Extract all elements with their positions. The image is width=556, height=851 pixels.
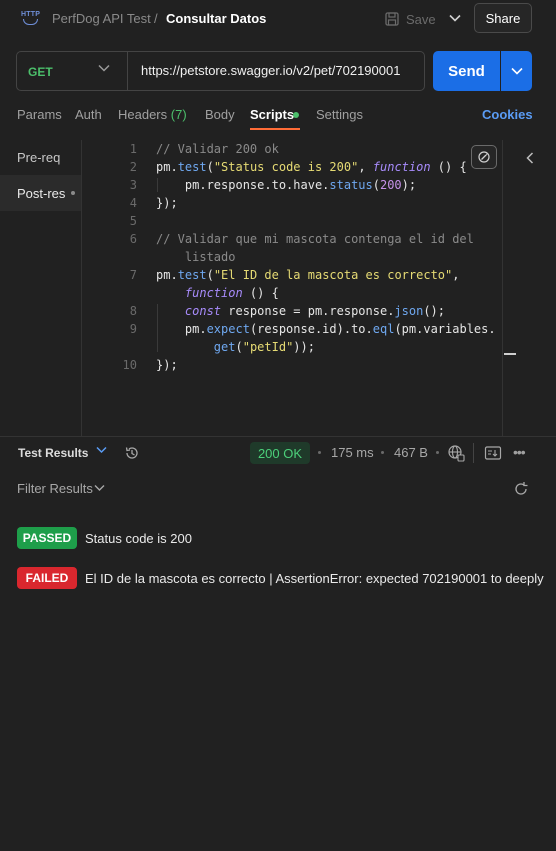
http-icon-label: HTTP xyxy=(21,11,41,18)
line-number: 10 xyxy=(122,358,137,372)
test-result-text: Status code is 200 xyxy=(85,531,192,546)
line-number: 6 xyxy=(129,232,137,246)
code-line: }); xyxy=(156,196,178,210)
cookies-link[interactable]: Cookies xyxy=(482,107,533,122)
code-line: }); xyxy=(156,358,178,372)
tab-headers[interactable]: Headers (7) xyxy=(118,107,187,122)
failed-badge: FAILED xyxy=(17,567,77,589)
tab-params[interactable]: Params xyxy=(17,107,62,122)
code-line: pm.test("Status code is 200", function (… xyxy=(156,160,467,174)
code-editor[interactable]: 1 2 3 4 5 6 7 8 9 10 // Validar 200 ok p… xyxy=(82,140,502,436)
breadcrumb-separator: / xyxy=(154,11,158,26)
line-number: 1 xyxy=(129,142,137,156)
sidebar-item-label: Pre-req xyxy=(17,149,61,165)
response-size[interactable]: 467 B xyxy=(394,445,428,460)
code-line: pm.expect(response.id).to.eql(pm.variabl… xyxy=(156,322,496,336)
chevron-left-icon[interactable] xyxy=(526,152,534,164)
meta-separator xyxy=(436,451,439,454)
response-time[interactable]: 175 ms xyxy=(331,445,374,460)
history-icon[interactable] xyxy=(124,445,140,461)
send-button[interactable]: Send xyxy=(433,51,500,91)
test-results-title[interactable]: Test Results xyxy=(18,446,88,460)
snippets-button[interactable] xyxy=(471,145,497,169)
chevron-down-icon xyxy=(510,67,523,75)
tab-headers-count: (7) xyxy=(170,107,187,122)
chevron-down-icon[interactable] xyxy=(98,64,110,72)
tab-body[interactable]: Body xyxy=(205,107,235,122)
line-number: 9 xyxy=(129,322,137,336)
code-line: const response = pm.response.json(); xyxy=(184,304,446,318)
chevron-down-icon[interactable] xyxy=(96,446,107,454)
editor-divider xyxy=(502,140,503,436)
sidebar-item-post-response[interactable]: Post-res xyxy=(0,175,81,211)
line-number: 3 xyxy=(129,178,137,192)
chevron-down-icon[interactable] xyxy=(94,484,105,492)
tab-scripts[interactable]: Scripts xyxy=(250,107,294,122)
meta-divider xyxy=(473,443,474,463)
code-line: // Validar 200 ok xyxy=(156,142,279,156)
url-divider xyxy=(127,52,128,90)
method-select[interactable]: GET xyxy=(28,65,53,79)
http-request-icon: HTTP xyxy=(20,10,40,26)
breadcrumb-collection[interactable]: PerfDog API Test xyxy=(52,11,151,26)
test-result-text: El ID de la mascota es correcto | Assert… xyxy=(85,571,544,586)
chevron-down-icon xyxy=(449,14,461,22)
code-line: pm.response.to.have.status(200); xyxy=(156,178,417,192)
code-line: function () { xyxy=(184,286,279,300)
response-status-badge[interactable]: 200 OK xyxy=(250,442,310,464)
network-globe-icon[interactable] xyxy=(447,444,465,462)
save-icon xyxy=(385,12,399,26)
meta-separator xyxy=(381,451,384,454)
code-line: // Validar que mi mascota contenga el id… xyxy=(156,232,474,246)
save-button[interactable]: Save xyxy=(384,8,438,30)
scripts-indicator-dot xyxy=(293,112,299,118)
active-tab-underline xyxy=(250,128,300,130)
modified-dot xyxy=(71,191,76,195)
line-number: 5 xyxy=(129,214,137,228)
tab-headers-label: Headers xyxy=(118,107,168,122)
code-line: get("petId")); xyxy=(213,340,315,354)
sidebar-item-pre-request[interactable]: Pre-req xyxy=(0,139,81,175)
line-number: 7 xyxy=(129,268,137,282)
passed-badge: PASSED xyxy=(17,527,77,549)
url-input[interactable]: https://petstore.swagger.io/v2/pet/70219… xyxy=(141,63,400,78)
magic-wand-icon xyxy=(478,151,490,163)
code-line: listado xyxy=(156,250,236,264)
refresh-icon[interactable] xyxy=(513,481,529,497)
tab-auth[interactable]: Auth xyxy=(75,107,102,122)
save-response-icon[interactable] xyxy=(484,445,502,461)
line-number: 2 xyxy=(129,160,137,174)
editor-cursor-marker xyxy=(504,353,516,355)
tab-settings[interactable]: Settings xyxy=(316,107,363,122)
line-number: 4 xyxy=(129,196,137,210)
results-divider xyxy=(0,436,556,437)
filter-results-dropdown[interactable]: Filter Results xyxy=(17,481,93,496)
more-options-icon[interactable]: ••• xyxy=(513,444,526,460)
sidebar-item-label: Post-res xyxy=(17,185,66,201)
save-label: Save xyxy=(406,11,436,27)
save-options-button[interactable] xyxy=(444,6,466,30)
page-title[interactable]: Consultar Datos xyxy=(166,11,266,26)
meta-separator xyxy=(318,451,321,454)
send-options-button[interactable] xyxy=(501,51,532,91)
share-button[interactable]: Share xyxy=(474,3,532,33)
line-number: 8 xyxy=(129,304,137,318)
code-line: pm.test("El ID de la mascota es correcto… xyxy=(156,268,460,282)
